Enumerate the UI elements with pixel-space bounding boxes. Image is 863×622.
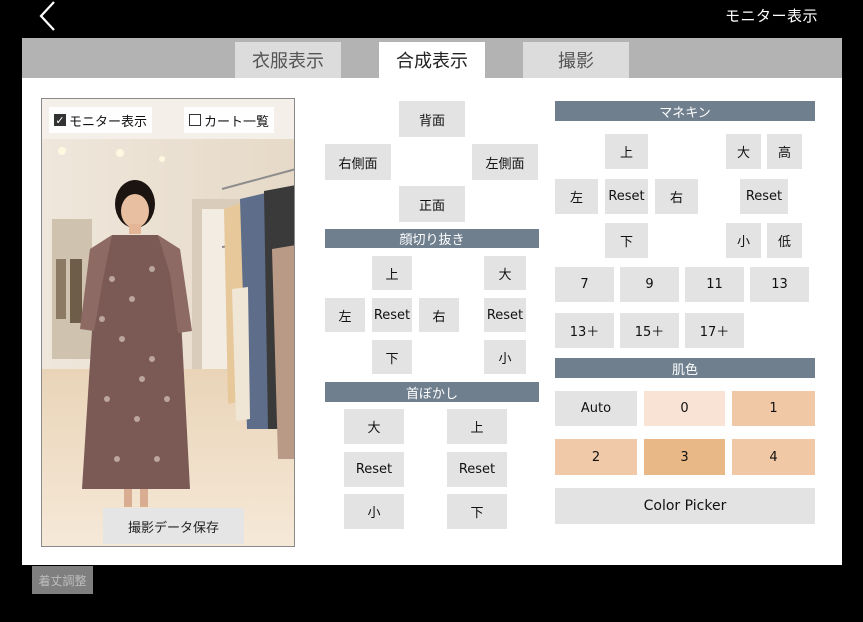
neck-blur-up-button[interactable]: 上	[447, 409, 507, 444]
skin-swatch-2[interactable]: 2	[555, 439, 637, 475]
checkbox-checked-icon: ✓	[54, 113, 66, 127]
face-crop-small-button[interactable]: 小	[484, 340, 526, 374]
face-crop-up-button[interactable]: 上	[372, 256, 412, 290]
face-crop-big-button[interactable]: 大	[484, 256, 526, 290]
neck-blur-big-button[interactable]: 大	[344, 409, 404, 444]
monitor-display-title: モニター表示	[724, 7, 818, 25]
save-photo-data-button[interactable]: 撮影データ保存	[103, 508, 244, 544]
color-picker-button[interactable]: Color Picker	[555, 488, 815, 524]
mannequin-up-button[interactable]: 上	[605, 134, 648, 169]
tab-clothes-display[interactable]: 衣服表示	[235, 42, 341, 78]
mannequin-low-button[interactable]: 低	[767, 223, 802, 258]
mannequin-size-button[interactable]: 9	[620, 267, 679, 302]
chevron-left-icon	[39, 1, 55, 31]
store-scene-image	[42, 99, 294, 546]
skin-swatch-4[interactable]: 4	[732, 439, 815, 475]
mannequin-size-button[interactable]: 11	[685, 267, 744, 302]
neck-blur-down-button[interactable]: 下	[447, 494, 507, 529]
skin-auto-button[interactable]: Auto	[555, 391, 637, 426]
mannequin-header: マネキン	[555, 101, 815, 121]
view-back-button[interactable]: 背面	[399, 101, 465, 137]
face-crop-header: 顔切り抜き	[325, 229, 539, 248]
skin-color-header: 肌色	[555, 358, 815, 378]
face-crop-down-button[interactable]: 下	[372, 340, 412, 374]
tab-bar: 衣服表示 合成表示 撮影	[22, 38, 842, 78]
mannequin-size-button[interactable]: 17＋	[685, 313, 744, 348]
tab-composite-display[interactable]: 合成表示	[379, 42, 485, 78]
mannequin-left-button[interactable]: 左	[555, 179, 598, 214]
mannequin-reset-size-button[interactable]: Reset	[740, 179, 788, 214]
mannequin-down-button[interactable]: 下	[605, 223, 648, 258]
composite-preview: ✓ モニター表示 カート一覧 撮影データ保存	[41, 98, 295, 547]
face-crop-reset-position-button[interactable]: Reset	[372, 298, 412, 332]
face-crop-reset-size-button[interactable]: Reset	[484, 298, 526, 332]
cart-list-label: カート一覧	[204, 114, 270, 130]
length-adjust-button[interactable]: 着丈調整	[32, 566, 93, 594]
skin-swatch-0[interactable]: 0	[644, 391, 725, 426]
neck-blur-small-button[interactable]: 小	[344, 494, 404, 529]
neck-blur-reset-size-button[interactable]: Reset	[344, 452, 404, 487]
skin-swatch-1[interactable]: 1	[732, 391, 815, 426]
back-button[interactable]	[34, 0, 64, 32]
view-front-button[interactable]: 正面	[399, 186, 465, 222]
checkbox-unchecked-icon	[189, 114, 201, 126]
mannequin-small-button[interactable]: 小	[726, 223, 761, 258]
monitor-display-checkbox[interactable]: ✓ モニター表示	[49, 107, 153, 133]
mannequin-size-button[interactable]: 13＋	[555, 313, 614, 348]
mannequin-size-button[interactable]: 15＋	[620, 313, 679, 348]
main-panel: 衣服表示 合成表示 撮影 ✓ モニター表示 カート一覧 撮影データ保存 背面 右…	[22, 38, 842, 565]
tab-photograph[interactable]: 撮影	[523, 42, 629, 78]
mannequin-right-button[interactable]: 右	[655, 179, 698, 214]
neck-blur-header: 首ぼかし	[325, 382, 539, 402]
mannequin-high-button[interactable]: 高	[767, 134, 802, 169]
neck-blur-reset-position-button[interactable]: Reset	[447, 452, 507, 487]
view-left-side-button[interactable]: 左側面	[472, 144, 538, 180]
cart-list-checkbox[interactable]: カート一覧	[184, 107, 275, 133]
monitor-display-label: モニター表示	[69, 114, 148, 130]
mannequin-size-button[interactable]: 13	[750, 267, 809, 302]
skin-swatch-3[interactable]: 3	[644, 439, 725, 475]
view-right-side-button[interactable]: 右側面	[325, 144, 391, 180]
face-crop-left-button[interactable]: 左	[325, 298, 365, 332]
face-crop-right-button[interactable]: 右	[419, 298, 459, 332]
mannequin-size-button[interactable]: 7	[555, 267, 614, 302]
mannequin-big-button[interactable]: 大	[726, 134, 761, 169]
mannequin-reset-position-button[interactable]: Reset	[605, 179, 648, 214]
